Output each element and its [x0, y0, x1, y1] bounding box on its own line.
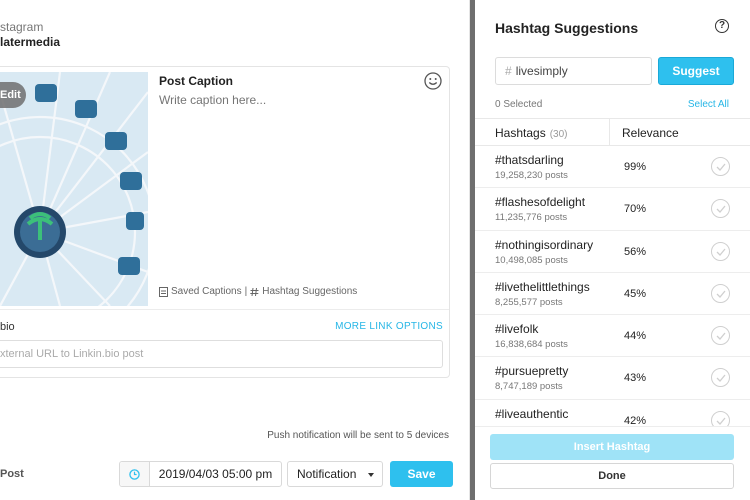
hashtag-list: #thatsdarling 19,258,230 posts 99% #flashes… — [475, 146, 750, 426]
hashtag-relevance: 45% — [624, 287, 647, 300]
hashtag-post-count: 8,255,577 posts — [495, 296, 563, 308]
link-label: bio — [0, 321, 15, 333]
account-type-label: stagram — [0, 20, 44, 34]
ferris-wheel-image — [0, 72, 148, 306]
select-checkmark-icon[interactable] — [711, 199, 730, 219]
card-divider — [0, 309, 449, 310]
hashtag-search-input[interactable]: # livesimply — [495, 57, 652, 85]
select-checkmark-icon[interactable] — [711, 283, 730, 303]
suggest-button[interactable]: Suggest — [658, 57, 734, 85]
post-image[interactable]: Edit — [0, 72, 148, 306]
hashtag-relevance: 42% — [624, 414, 647, 426]
insert-hashtag-button[interactable]: Insert Hashtag — [490, 434, 734, 460]
post-type-label: Post — [0, 468, 24, 480]
push-note: Push notification will be sent to 5 devi… — [267, 430, 449, 441]
caption-links: Saved Captions | Hashtag Suggestions — [159, 286, 357, 297]
caption-title: Post Caption — [159, 74, 233, 88]
select-checkmark-icon[interactable] — [711, 241, 730, 261]
schedule-date-value: 2019/04/03 05:00 pm — [158, 467, 273, 481]
account-name: latermedia — [0, 35, 61, 49]
save-button[interactable]: Save — [390, 461, 453, 487]
column-relevance: Relevance — [622, 126, 679, 140]
hashtag-relevance: 44% — [624, 330, 647, 343]
clock-icon — [120, 462, 150, 486]
hashtag-relevance: 56% — [624, 245, 647, 258]
notification-value: Notification — [297, 467, 357, 481]
hashtag-post-count: 19,258,230 posts — [495, 170, 568, 181]
hashtag-name: #livethelittlethings — [495, 279, 590, 294]
header-separator — [609, 119, 610, 145]
hashtag-icon — [250, 287, 259, 296]
select-checkmark-icon[interactable] — [711, 368, 730, 388]
hashtag-row[interactable]: #flashesofdelight 11,235,776 posts 70% — [475, 188, 750, 231]
hashtag-name: #nothingisordinary — [495, 237, 594, 252]
hashtag-name: #thatsdarling — [495, 153, 564, 167]
post-card: Edit Post Caption Saved Captions | Hasht… — [0, 66, 450, 378]
hashtag-relevance: 43% — [624, 372, 647, 385]
hashtag-row[interactable]: #thatsdarling 19,258,230 posts 99% — [475, 146, 750, 189]
post-editor-panel: stagram latermedia Edit Post Caption Wri… — [0, 0, 470, 500]
select-all-link[interactable]: Select All — [688, 99, 729, 110]
schedule-date-field[interactable]: 2019/04/03 05:00 pm — [119, 461, 282, 487]
hashtag-post-count: 16,838,684 posts — [495, 339, 568, 351]
hashtag-post-count: 10,498,085 posts — [495, 254, 568, 266]
table-header: Hashtags (30) Relevance — [475, 118, 750, 146]
panel-footer: Insert Hashtag Done — [475, 426, 750, 500]
caption-input[interactable] — [159, 93, 409, 107]
hashtag-post-count: 8,747,189 posts — [495, 381, 563, 393]
select-checkmark-icon[interactable] — [711, 157, 730, 176]
hashtag-row[interactable]: #livethelittlethings 8,255,577 posts 45% — [475, 273, 750, 316]
hashtag-row[interactable]: #liveauthentic 42% — [475, 400, 750, 426]
hashtag-name: #liveauthentic — [495, 406, 569, 421]
hashtag-suggestions-link[interactable]: Hashtag Suggestions — [262, 286, 357, 297]
select-checkmark-icon[interactable] — [711, 326, 730, 346]
hashtag-name: #livefolk — [495, 322, 539, 337]
edit-button[interactable]: Edit — [0, 82, 26, 108]
hashtag-row[interactable]: #pursuepretty 8,747,189 posts 43% — [475, 357, 750, 400]
links-separator: | — [244, 286, 248, 297]
hashtag-row[interactable]: #livefolk 16,838,684 posts 44% — [475, 315, 750, 358]
emoji-icon[interactable] — [424, 72, 442, 90]
help-icon[interactable]: ? — [715, 19, 729, 33]
hashtag-relevance: 99% — [624, 161, 647, 173]
hashtag-name: #pursuepretty — [495, 364, 569, 379]
hashtag-relevance: 70% — [624, 203, 647, 216]
hashtag-search-value: livesimply — [515, 64, 568, 78]
hashtag-suggestions-panel: Hashtag Suggestions ? # livesimply Sugge… — [475, 0, 750, 500]
hashtag-count: (30) — [549, 129, 568, 140]
hashtag-name: #flashesofdelight — [495, 195, 586, 210]
caret-down-icon — [368, 473, 374, 477]
selected-count: 0 Selected — [495, 99, 543, 110]
hashtag-row[interactable]: #nothingisordinary 10,498,085 posts 56% — [475, 231, 750, 273]
url-input[interactable]: xternal URL to Linkin.bio post — [0, 340, 443, 368]
saved-captions-link[interactable]: Saved Captions — [171, 286, 242, 297]
select-checkmark-icon[interactable] — [711, 410, 730, 426]
column-hashtags-label: Hashtags — [495, 126, 546, 140]
hash-prefix: # — [505, 64, 512, 78]
hashtag-post-count: 11,235,776 posts — [495, 212, 568, 224]
notification-select[interactable]: Notification — [287, 461, 383, 487]
panel-title: Hashtag Suggestions — [495, 20, 639, 36]
done-button[interactable]: Done — [490, 463, 734, 489]
more-link-options[interactable]: MORE LINK OPTIONS — [335, 321, 443, 332]
document-icon — [159, 286, 168, 297]
column-hashtags: Hashtags (30) — [495, 126, 568, 140]
